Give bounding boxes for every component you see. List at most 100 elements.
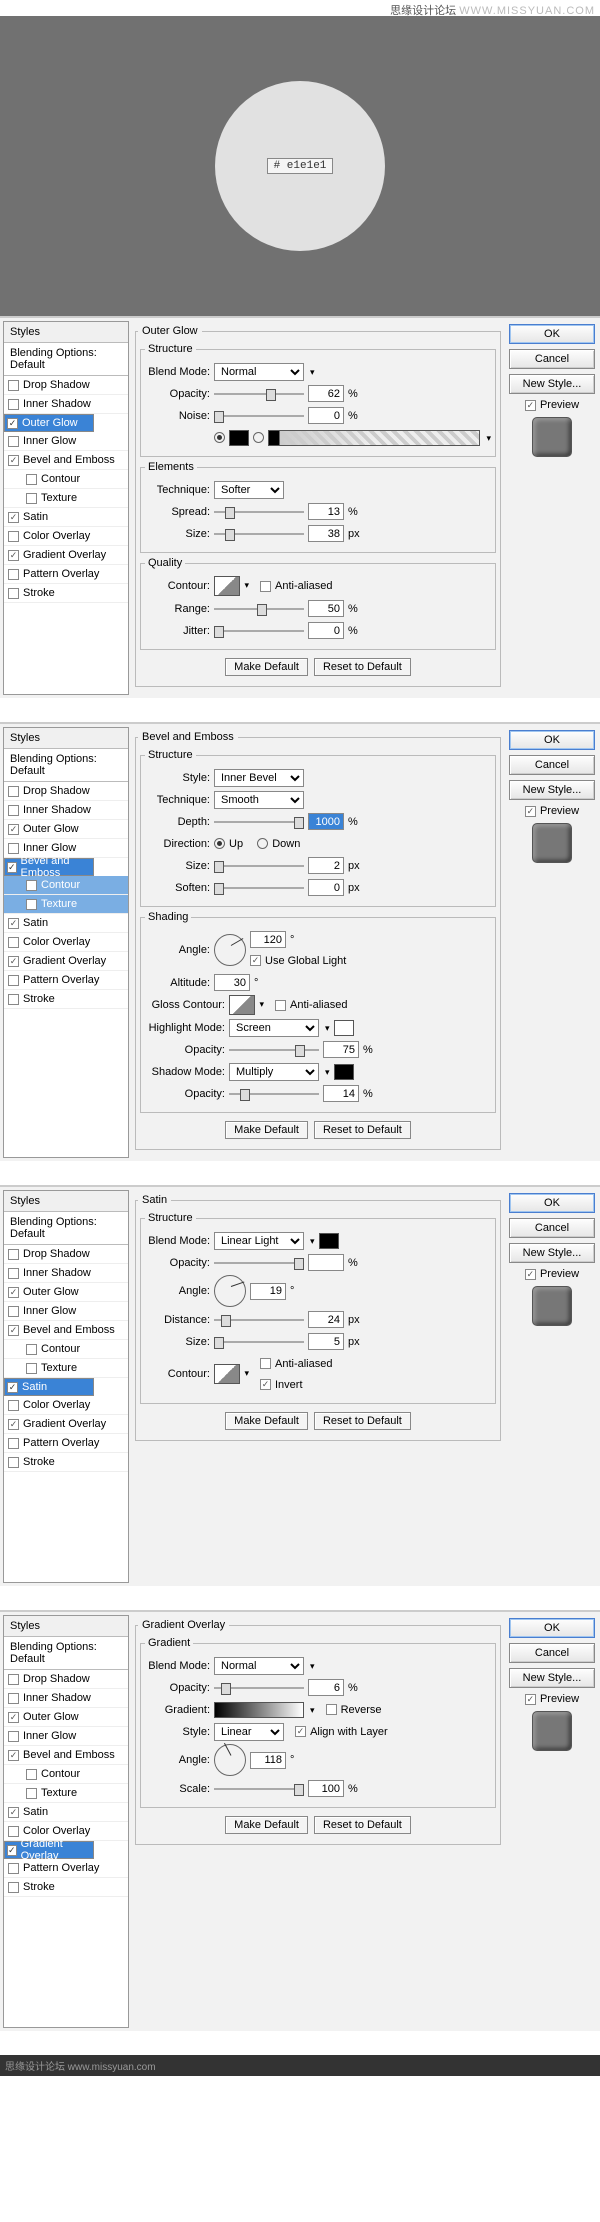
soften-slider[interactable] (214, 887, 304, 889)
contour-picker[interactable] (214, 1364, 240, 1384)
hl-opacity-value[interactable] (323, 1041, 359, 1058)
invert-check[interactable] (260, 1379, 271, 1390)
sidebar-item-outer-glow[interactable]: Outer Glow (4, 414, 94, 432)
range-value[interactable] (308, 600, 344, 617)
sidebar-item-color-overlay[interactable]: Color Overlay (4, 527, 128, 546)
depth-value[interactable] (308, 813, 344, 830)
reverse-check[interactable] (326, 1704, 337, 1715)
make-default-button[interactable]: Make Default (225, 1412, 308, 1430)
blend-mode-select[interactable]: Normal (214, 1657, 304, 1675)
angle-dial[interactable] (214, 934, 246, 966)
ok-button[interactable]: OK (509, 324, 595, 344)
gradient-picker[interactable] (214, 1702, 304, 1718)
dir-down-radio[interactable] (257, 838, 268, 849)
opacity-value[interactable] (308, 385, 344, 402)
spread-value[interactable] (308, 503, 344, 520)
blend-mode-select[interactable]: Linear Light (214, 1232, 304, 1250)
sidebar-item-pattern-overlay[interactable]: Pattern Overlay (4, 565, 128, 584)
sidebar-item-bevel[interactable]: Bevel and Emboss (4, 858, 94, 876)
noise-value[interactable] (308, 407, 344, 424)
sh-opacity-value[interactable] (323, 1085, 359, 1102)
opacity-value[interactable] (308, 1679, 344, 1696)
distance-slider[interactable] (214, 1319, 304, 1321)
satin-color[interactable] (319, 1233, 339, 1249)
ok-button[interactable]: OK (509, 1193, 595, 1213)
opacity-value[interactable] (308, 1254, 344, 1271)
cancel-button[interactable]: Cancel (509, 1643, 595, 1663)
global-light-check[interactable] (250, 955, 261, 966)
sidebar-item-gradient-overlay[interactable]: Gradient Overlay (4, 546, 128, 565)
style-select[interactable]: Linear (214, 1723, 284, 1741)
reset-default-button[interactable]: Reset to Default (314, 1121, 411, 1139)
size-value[interactable] (308, 525, 344, 542)
noise-slider[interactable] (214, 415, 304, 417)
style-select[interactable]: Inner Bevel (214, 769, 304, 787)
reset-default-button[interactable]: Reset to Default (314, 1412, 411, 1430)
angle-dial[interactable] (214, 1744, 246, 1776)
align-check[interactable] (295, 1726, 306, 1737)
soften-value[interactable] (308, 879, 344, 896)
make-default-button[interactable]: Make Default (225, 1816, 308, 1834)
cancel-button[interactable]: Cancel (509, 349, 595, 369)
sidebar-item-stroke[interactable]: Stroke (4, 584, 128, 603)
altitude-value[interactable] (214, 974, 250, 991)
angle-value[interactable] (250, 1283, 286, 1300)
preview-check[interactable] (525, 806, 536, 817)
dir-up-radio[interactable] (214, 838, 225, 849)
preview-check[interactable] (525, 400, 536, 411)
ok-button[interactable]: OK (509, 1618, 595, 1638)
color-swatch[interactable] (229, 430, 249, 446)
size-value[interactable] (308, 1333, 344, 1350)
ok-button[interactable]: OK (509, 730, 595, 750)
color-radio[interactable] (214, 432, 225, 443)
sidebar-item-contour[interactable]: Contour (4, 470, 128, 489)
spread-slider[interactable] (214, 511, 304, 513)
preview-check[interactable] (525, 1269, 536, 1280)
styles-header[interactable]: Styles (4, 322, 128, 343)
preview-check[interactable] (525, 1694, 536, 1705)
cancel-button[interactable]: Cancel (509, 755, 595, 775)
scale-slider[interactable] (214, 1788, 304, 1790)
new-style-button[interactable]: New Style... (509, 1668, 595, 1688)
new-style-button[interactable]: New Style... (509, 780, 595, 800)
make-default-button[interactable]: Make Default (225, 1121, 308, 1139)
jitter-slider[interactable] (214, 630, 304, 632)
anti-alias-check[interactable] (275, 1000, 286, 1011)
size-slider[interactable] (214, 865, 304, 867)
opacity-slider[interactable] (214, 1687, 304, 1689)
sidebar-item-satin[interactable]: Satin (4, 1378, 94, 1396)
technique-select[interactable]: Smooth (214, 791, 304, 809)
range-slider[interactable] (214, 608, 304, 610)
sidebar-item-inner-shadow[interactable]: Inner Shadow (4, 395, 128, 414)
sidebar-item-bevel[interactable]: Bevel and Emboss (4, 451, 128, 470)
gradient-radio[interactable] (253, 432, 264, 443)
new-style-button[interactable]: New Style... (509, 1243, 595, 1263)
depth-slider[interactable] (214, 821, 304, 823)
angle-dial[interactable] (214, 1275, 246, 1307)
size-value[interactable] (308, 857, 344, 874)
blend-mode-select[interactable]: Normal (214, 363, 304, 381)
shadow-mode-select[interactable]: Multiply (229, 1063, 319, 1081)
angle-value[interactable] (250, 931, 286, 948)
distance-value[interactable] (308, 1311, 344, 1328)
make-default-button[interactable]: Make Default (225, 658, 308, 676)
jitter-value[interactable] (308, 622, 344, 639)
opacity-slider[interactable] (214, 1262, 304, 1264)
size-slider[interactable] (214, 1341, 304, 1343)
technique-select[interactable]: Softer (214, 481, 284, 499)
sidebar-item-gradient-overlay[interactable]: Gradient Overlay (4, 1841, 94, 1859)
angle-value[interactable] (250, 1752, 286, 1769)
shadow-color[interactable] (334, 1064, 354, 1080)
gradient-swatch[interactable] (268, 430, 480, 446)
sidebar-item-inner-glow[interactable]: Inner Glow (4, 432, 128, 451)
sidebar-item-texture[interactable]: Texture (4, 489, 128, 508)
anti-alias-check[interactable] (260, 1358, 271, 1369)
sidebar-item-drop-shadow[interactable]: Drop Shadow (4, 376, 128, 395)
sh-opacity-slider[interactable] (229, 1093, 319, 1095)
highlight-color[interactable] (334, 1020, 354, 1036)
highlight-mode-select[interactable]: Screen (229, 1019, 319, 1037)
opacity-slider[interactable] (214, 393, 304, 395)
size-slider[interactable] (214, 533, 304, 535)
contour-picker[interactable] (214, 576, 240, 596)
anti-alias-check[interactable] (260, 581, 271, 592)
